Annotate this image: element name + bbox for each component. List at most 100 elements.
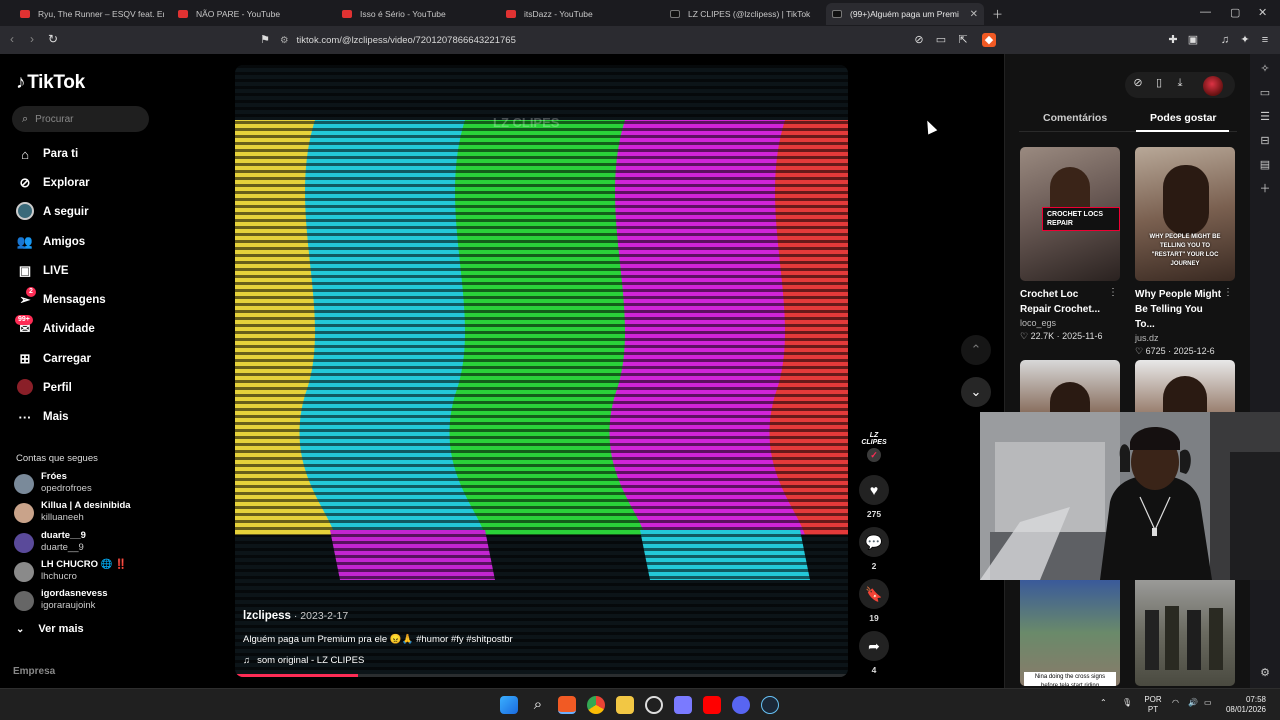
suggested-video-card[interactable] — [1135, 580, 1235, 686]
footer-company-link[interactable]: Empresa — [13, 666, 55, 677]
bookmarks-icon[interactable]: ⊟ — [1258, 134, 1272, 148]
nav-live[interactable]: ▣ LIVE — [16, 260, 69, 282]
suggested-video-card[interactable]: CROCHET LOCS REPAIR Crochet Loc Repair C… — [1020, 147, 1120, 342]
download-icon[interactable]: ⤓ — [1171, 74, 1189, 92]
site-info-icon[interactable]: ⚙ — [280, 35, 289, 46]
more-options-icon[interactable]: ⋮ — [1223, 287, 1233, 298]
nav-for-you[interactable]: ⌂ Para ti — [16, 143, 78, 165]
history-icon[interactable]: ▤ — [1258, 158, 1272, 172]
browser-tab[interactable]: Ryu, The Runner – ESQV feat. Emité — [14, 3, 164, 25]
settings-gear-icon[interactable]: ⚙ — [1258, 666, 1272, 680]
like-button[interactable]: ♥ 275 — [859, 475, 889, 519]
following-account[interactable]: Fróes opedrofroes — [14, 470, 204, 498]
close-tab-icon[interactable]: ✕ — [964, 9, 978, 20]
nav-more[interactable]: ··· Mais — [16, 406, 69, 428]
leo-icon[interactable]: ✧ — [1258, 62, 1272, 76]
save-button[interactable]: 🔖 19 — [859, 579, 889, 623]
nav-upload[interactable]: ⊞ Carregar — [16, 348, 91, 370]
windows-start-icon[interactable] — [500, 696, 518, 714]
next-video-button[interactable]: ⌄ — [961, 377, 991, 407]
compass-icon[interactable]: ⊘ — [1129, 74, 1147, 92]
suggested-video-card[interactable]: Nina doing the cross signs before tela s… — [1020, 580, 1120, 686]
browser-tab[interactable]: itsDazz - YouTube — [500, 3, 650, 25]
previous-video-button[interactable]: ⌃ — [961, 335, 991, 365]
brave-shield-icon[interactable]: ◆ — [982, 33, 996, 47]
back-icon[interactable]: ‹ — [10, 32, 14, 46]
video-thumbnail: Nina doing the cross signs before tela s… — [1020, 580, 1120, 686]
forward-icon[interactable]: › — [30, 32, 34, 46]
mute-icon[interactable]: ⊘ — [912, 33, 926, 47]
sidebar-toggle-icon[interactable]: ▣ — [1186, 33, 1200, 47]
search-input[interactable]: ⌕ Procurar — [12, 106, 149, 132]
reload-icon[interactable]: ↻ — [48, 32, 58, 46]
chrome-icon[interactable] — [587, 696, 605, 714]
comment-button[interactable]: 💬 2 — [859, 527, 889, 571]
video-sound[interactable]: ♫ som original - LZ CLIPES — [243, 655, 364, 666]
chatgpt-icon[interactable] — [645, 696, 663, 714]
following-account[interactable]: Killua | A desinibida killuaneeh — [14, 499, 204, 527]
bookmark-icon[interactable]: ⚑ — [258, 33, 272, 47]
creator-avatar[interactable]: LZ CLIPES ✓ — [860, 432, 888, 462]
new-tab-icon[interactable]: ＋ — [992, 6, 1003, 22]
nav-profile[interactable]: Perfil — [16, 377, 72, 399]
discord-icon[interactable] — [732, 696, 750, 714]
file-explorer-icon[interactable] — [616, 696, 634, 714]
nav-activity[interactable]: ✉ 99+ Atividade — [15, 315, 95, 340]
share-button[interactable]: ➦ 4 — [859, 631, 889, 675]
wifi-icon[interactable]: ◠ — [1172, 698, 1179, 708]
tab-comments[interactable]: Comentários — [1043, 112, 1107, 124]
more-options-icon[interactable]: ⋮ — [1108, 287, 1118, 298]
url-field[interactable]: ⚙ tiktok.com/@lzclipess/video/7201207866… — [280, 29, 1000, 51]
brave-browser-icon[interactable] — [558, 696, 576, 714]
browser-tab-active[interactable]: (99+)Alguém paga um Premi ✕ — [826, 3, 984, 25]
game-launcher-icon[interactable] — [674, 696, 692, 714]
suggested-video-card[interactable] — [1135, 360, 1235, 412]
minimize-icon[interactable]: — — [1200, 6, 1211, 18]
nav-following[interactable]: A seguir — [16, 201, 89, 223]
youtube-icon — [342, 10, 352, 18]
reading-list-icon[interactable]: ☰ — [1258, 110, 1272, 124]
suggested-video-card[interactable]: WHY PEOPLE MIGHT BE TELLING YOU TO "REST… — [1135, 147, 1235, 357]
following-account[interactable]: duarte__9 duarte__9 — [14, 529, 204, 557]
battery-icon[interactable]: ▭ — [1204, 698, 1212, 708]
media-icon[interactable]: ♫ — [1218, 33, 1232, 47]
nav-messages[interactable]: ➢ 2 Mensagens — [16, 287, 106, 311]
activity-badge: 99+ — [15, 315, 33, 325]
youtube-app-icon[interactable] — [703, 696, 721, 714]
close-window-icon[interactable]: ✕ — [1258, 6, 1267, 19]
leo-ai-icon[interactable]: ✦ — [1238, 33, 1252, 47]
following-account[interactable]: igordasnevess igoraraujoink — [14, 587, 204, 615]
webcam-overlay — [980, 412, 1280, 580]
taskbar-search-icon[interactable]: ⌕ — [529, 696, 547, 714]
video-progress-bar[interactable] — [235, 674, 848, 677]
clock[interactable]: 07:58 08/01/2026 — [1222, 695, 1266, 715]
browser-tab[interactable]: NÃO PARE - YouTube — [172, 3, 322, 25]
video-author[interactable]: lzclipess · 2023-2-17 — [243, 610, 348, 622]
phone-icon[interactable]: ▯ — [1150, 74, 1168, 92]
volume-icon[interactable]: 🔊 — [1188, 698, 1198, 708]
extensions-icon[interactable]: ✚ — [1166, 33, 1180, 47]
browser-tab[interactable]: LZ CLIPES (@lzclipess) | TikTok — [664, 3, 814, 25]
user-avatar[interactable] — [1203, 76, 1223, 96]
maximize-icon[interactable]: ▢ — [1230, 6, 1240, 19]
tab-you-may-like[interactable]: Podes gostar — [1150, 112, 1217, 124]
cast-icon[interactable]: ▭ — [934, 33, 948, 47]
browser-tab[interactable]: Isso é Sério - YouTube — [336, 3, 486, 25]
add-item-icon[interactable]: ＋ — [1258, 182, 1272, 196]
following-account[interactable]: LH CHUCRO 🌐 ‼️ lhchucro — [14, 558, 204, 586]
see-more-button[interactable]: ⌄ Ver mais — [16, 623, 84, 635]
follow-check-icon[interactable]: ✓ — [867, 448, 881, 462]
share-icon[interactable]: ⇱ — [956, 33, 970, 47]
menu-icon[interactable]: ≡ — [1258, 33, 1272, 47]
language-indicator[interactable]: POR PT — [1142, 695, 1164, 715]
video-player[interactable]: LZ CLIPES lzclipess · 2023-2-17 Alguém p… — [235, 65, 848, 677]
wallet-icon[interactable]: ▭ — [1258, 86, 1272, 100]
nav-friends[interactable]: 👥 Amigos — [16, 231, 85, 253]
microphone-icon[interactable]: 🎙 — [1122, 698, 1132, 708]
nav-explore[interactable]: ⊘ Explorar — [16, 172, 90, 194]
steam-icon[interactable] — [761, 696, 779, 714]
tray-chevron-icon[interactable]: ⌃ — [1100, 698, 1107, 708]
chevron-down-icon: ⌄ — [16, 623, 25, 635]
suggested-video-card[interactable] — [1020, 360, 1120, 412]
tiktok-logo[interactable]: ♪ TikTok — [16, 72, 85, 94]
